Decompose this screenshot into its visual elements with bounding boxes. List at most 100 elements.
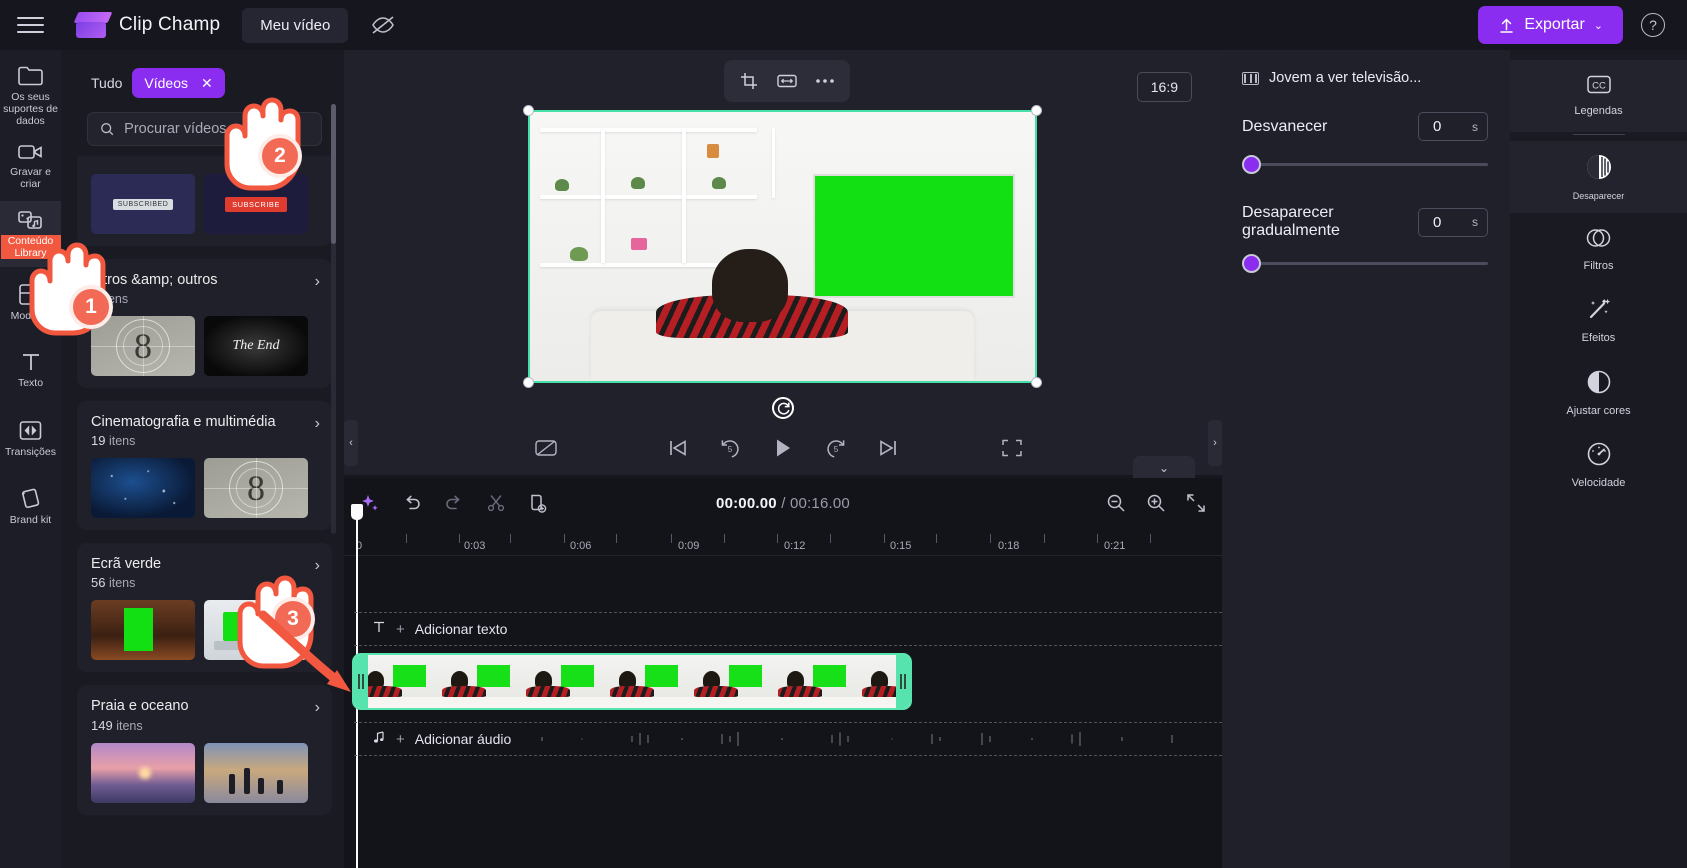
duplicate-icon[interactable]: [528, 493, 548, 514]
captions-off-icon[interactable]: [534, 438, 558, 458]
playhead-handle[interactable]: [351, 504, 363, 520]
network-globe-thumb[interactable]: [91, 458, 195, 519]
category-title: Intros &amp; outros: [91, 272, 218, 288]
green-screen-laptop-thumb[interactable]: [204, 600, 308, 661]
rotate-icon[interactable]: [772, 397, 794, 419]
clip-trim-handle-left[interactable]: [354, 655, 368, 708]
countdown-8-thumb[interactable]: 8: [204, 458, 308, 519]
the-end-thumb[interactable]: The End: [204, 316, 308, 377]
export-label: Exportar: [1524, 16, 1585, 33]
right-item-fade[interactable]: Desaparecer: [1510, 141, 1687, 213]
forward-5-icon[interactable]: 5: [825, 437, 847, 459]
videos-filter-chip[interactable]: Vídeos ✕: [132, 68, 225, 98]
menu-hamburger-icon[interactable]: [0, 17, 60, 33]
category-count-number: 149: [91, 717, 113, 733]
ruler-label: 0:09: [678, 540, 700, 552]
svg-text:CC: CC: [1592, 81, 1606, 92]
add-text-label: Adicionar texto: [414, 621, 508, 637]
sidebar-item-templates[interactable]: Modelos: [0, 269, 61, 335]
chevron-right-icon[interactable]: ›: [315, 271, 320, 290]
undo-icon[interactable]: [402, 493, 422, 513]
play-icon[interactable]: [771, 436, 795, 460]
fade-out-slider[interactable]: [1242, 253, 1488, 273]
category-header[interactable]: Cinematografia e multimédia 19 itens ›: [91, 413, 320, 448]
fade-in-input[interactable]: 0 s: [1418, 112, 1488, 141]
transitions-icon: [18, 419, 43, 442]
category-count: 56 itens: [91, 575, 161, 590]
sidebar-item-text[interactable]: Texto: [0, 337, 61, 403]
subscribe-thumbs-card: SUBSCRIBED SUBSCRIBE: [77, 156, 332, 246]
subscribe-button-thumb[interactable]: SUBSCRIBE: [204, 174, 308, 234]
rewind-5-icon[interactable]: 5: [719, 437, 741, 459]
video-clip[interactable]: [352, 653, 912, 710]
magic-sparkle-icon[interactable]: [360, 493, 380, 513]
category-count-unit: itens: [108, 434, 136, 449]
text-track[interactable]: + Adicionar texto: [354, 612, 1222, 646]
sidebar-item-brand-kit[interactable]: Brand kit: [0, 473, 61, 539]
subscribed-badge-thumb[interactable]: SUBSCRIBED: [91, 174, 195, 234]
help-icon[interactable]: ?: [1641, 13, 1665, 37]
project-title-input[interactable]: Meu vídeo: [242, 7, 349, 43]
crop-icon[interactable]: [732, 66, 766, 96]
sidebar-item-record-create[interactable]: Gravar e criar: [0, 133, 61, 199]
sidebar-item-transitions[interactable]: Transições: [0, 405, 61, 471]
scrollbar-thumb[interactable]: [331, 104, 336, 244]
fullscreen-icon[interactable]: [1001, 438, 1023, 458]
export-button[interactable]: Exportar ⌄: [1478, 6, 1623, 44]
sunset-beach-thumb[interactable]: [91, 742, 195, 803]
resize-handle-bl[interactable]: [523, 377, 534, 388]
redo-icon[interactable]: [444, 493, 464, 513]
aspect-ratio-button[interactable]: 16:9: [1136, 72, 1192, 102]
right-item-filters[interactable]: Filtros: [1510, 213, 1687, 285]
flip-horizontal-icon[interactable]: [770, 66, 804, 96]
collapse-timeline-button[interactable]: ⌄: [1133, 456, 1195, 480]
countdown-8-thumb[interactable]: 8: [91, 316, 195, 377]
fade-out-input[interactable]: 0 s: [1418, 207, 1488, 237]
zoom-out-icon[interactable]: [1106, 493, 1126, 513]
fade-in-slider[interactable]: [1242, 154, 1488, 174]
hide-preview-icon[interactable]: [370, 14, 396, 36]
split-scissors-icon[interactable]: [486, 493, 506, 513]
right-item-effects[interactable]: Efeitos: [1510, 285, 1687, 357]
green-billboard-street-thumb[interactable]: [91, 600, 195, 661]
right-item-captions[interactable]: CC Legendas: [1510, 60, 1687, 132]
more-options-icon[interactable]: [808, 66, 842, 96]
skip-to-end-icon[interactable]: [877, 438, 899, 458]
sidebar-item-label: Transições: [5, 445, 56, 458]
video-canvas[interactable]: [523, 105, 1042, 388]
chevron-right-icon[interactable]: ›: [315, 413, 320, 432]
audio-track[interactable]: + Adicionar áudio: [354, 722, 1222, 756]
sidebar-item-label: Os seus suportes de dados: [3, 91, 58, 128]
slider-knob[interactable]: [1242, 155, 1261, 174]
skip-to-start-icon[interactable]: [667, 438, 689, 458]
filter-chip-all[interactable]: Tudo: [91, 75, 122, 91]
category-header[interactable]: Praia e oceano 149 itens ›: [91, 697, 320, 732]
beach-silhouettes-thumb[interactable]: [204, 742, 308, 803]
sidebar-item-your-media[interactable]: Os seus suportes de dados: [0, 60, 61, 131]
zoom-in-icon[interactable]: [1146, 493, 1166, 513]
resize-handle-tl[interactable]: [523, 105, 534, 116]
slider-knob[interactable]: [1242, 254, 1261, 273]
clip-trim-handle-right[interactable]: [896, 655, 910, 708]
chevron-right-icon[interactable]: ›: [315, 555, 320, 574]
search-box[interactable]: [87, 112, 322, 146]
category-header[interactable]: Intros &amp; outros 3 itens ›: [91, 271, 320, 306]
right-item-speed[interactable]: Velocidade: [1510, 429, 1687, 501]
filters-icon: [1585, 226, 1612, 255]
right-item-label: Velocidade: [1571, 476, 1626, 489]
chevron-right-icon[interactable]: ›: [315, 697, 320, 716]
timeline-ruler[interactable]: 0 0:03 0:06 0:09 0:12 0:15 0:18 0:21: [344, 528, 1222, 556]
resize-handle-tr[interactable]: [1031, 105, 1042, 116]
category-header[interactable]: Ecrã verde 56 itens ›: [91, 555, 320, 590]
sidebar-item-content-library[interactable]: Conteúdo Library: [0, 201, 61, 268]
right-item-adjust-colors[interactable]: Ajustar cores: [1510, 357, 1687, 429]
right-item-label: Desaparecer: [1572, 190, 1625, 201]
ruler-label: 0:18: [998, 540, 1020, 552]
closed-captions-icon: CC: [1586, 74, 1612, 100]
fit-to-timeline-icon[interactable]: [1186, 493, 1206, 513]
close-icon[interactable]: ✕: [201, 76, 213, 90]
media-scroll-area[interactable]: SUBSCRIBED SUBSCRIBE Intros &amp; outros…: [61, 156, 344, 868]
ruler-label: 0:15: [890, 540, 912, 552]
resize-handle-br[interactable]: [1031, 377, 1042, 388]
search-input[interactable]: [124, 121, 309, 137]
